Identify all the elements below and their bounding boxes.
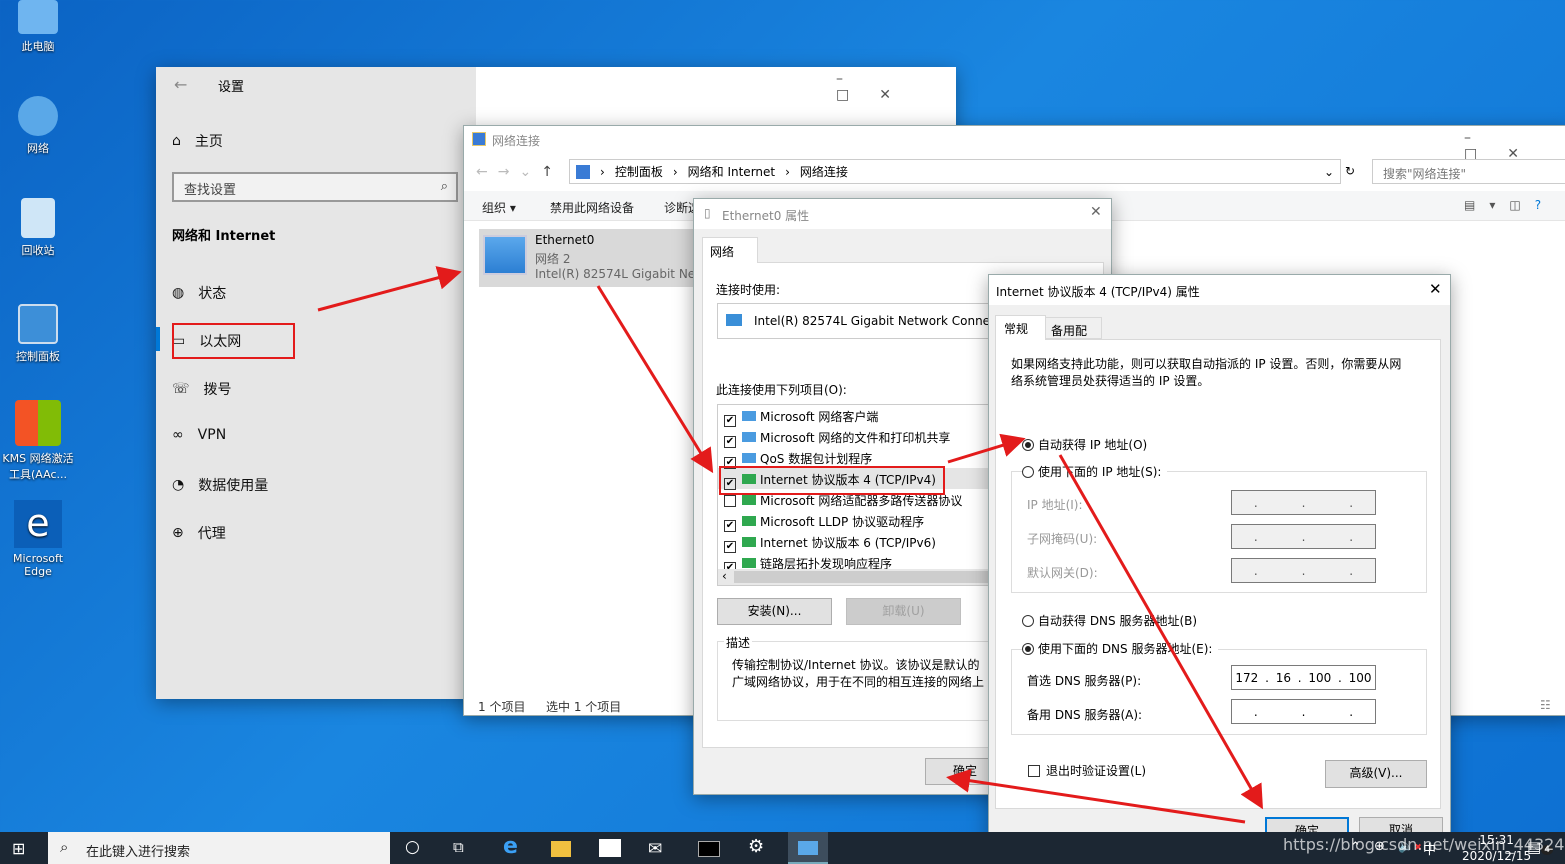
terminal-icon[interactable] [698,841,720,857]
windows-start-icon[interactable]: ⊞ [12,839,25,858]
arrow-1 [317,266,462,312]
arrow-4 [1058,454,1263,810]
arrow-3 [947,433,1026,464]
arrow-2 [596,285,714,474]
control-panel-taskbar-icon[interactable] [788,832,828,864]
store-icon[interactable] [599,839,621,857]
task-view-icon[interactable]: ⧉ [453,838,464,856]
file-explorer-icon[interactable] [551,841,571,857]
taskbar-search-input[interactable]: ⌕ 在此键入进行搜索 [48,832,390,864]
arrow-5 [946,768,1246,824]
tab-general[interactable]: 常规 [995,315,1046,340]
tab-network[interactable]: 网络 [702,237,758,263]
edge-taskbar-icon[interactable]: e [503,834,518,859]
settings-gear-icon[interactable]: ⚙ [748,836,764,857]
cortana-icon[interactable]: ○ [405,837,420,857]
search-icon: ⌕ [60,838,69,856]
watermark: https://blog.csdn.net/weixin_44324367 [1283,835,1565,854]
annotation-arrows [317,266,1263,824]
mail-icon[interactable]: ✉ [648,839,662,859]
